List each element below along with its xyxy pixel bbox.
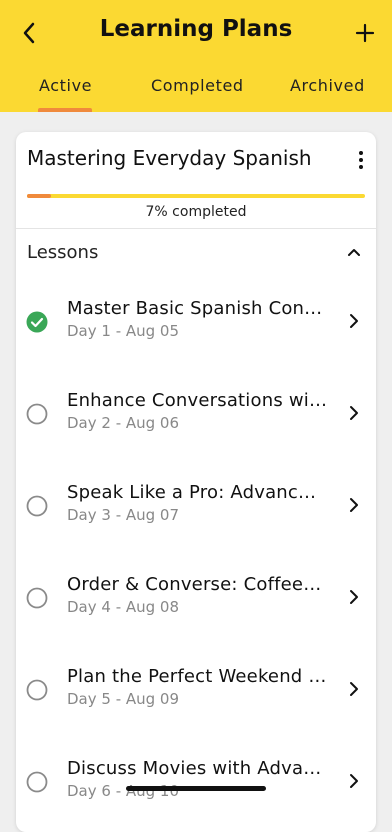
progress-bar: [27, 194, 365, 198]
empty-circle-icon: [26, 771, 48, 793]
chevron-right-icon: [348, 405, 360, 421]
app-header: Learning Plans Active Completed Archived: [0, 0, 392, 112]
tab-active[interactable]: Active: [39, 76, 92, 95]
empty-circle-icon: [26, 679, 48, 701]
chevron-right-icon: [348, 313, 360, 329]
lessons-heading: Lessons: [27, 242, 99, 263]
lesson-title: Discuss Movies with Advanced Vocabulary: [67, 758, 327, 779]
lesson-date: Day 4 - Aug 08: [67, 598, 180, 616]
lesson-date: Day 2 - Aug 06: [67, 414, 180, 432]
more-options-button[interactable]: [354, 148, 368, 172]
lesson-date: Day 1 - Aug 05: [67, 322, 180, 340]
lesson-title: Enhance Conversations with Questions: [67, 390, 327, 411]
more-vertical-icon-dot: [359, 165, 363, 169]
collapse-lessons-button[interactable]: [346, 244, 362, 260]
lesson-row[interactable]: Discuss Movies with Advanced Vocabulary D…: [16, 750, 376, 820]
chevron-right-icon: [348, 497, 360, 513]
check-circle-icon: [26, 311, 48, 333]
more-vertical-icon-dot: [359, 151, 363, 155]
active-tab-indicator: [38, 108, 92, 112]
lesson-date: Day 6 - Aug 10: [67, 782, 180, 800]
empty-circle-icon: [26, 587, 48, 609]
empty-circle-icon: [26, 403, 48, 425]
lesson-row[interactable]: Master Basic Spanish Conversations Day 1 …: [16, 290, 376, 360]
tab-completed[interactable]: Completed: [151, 76, 244, 95]
more-vertical-icon-dot: [359, 158, 363, 162]
plus-icon: [355, 23, 375, 43]
progress-text: 7% completed: [145, 204, 247, 220]
page-title: Learning Plans: [99, 16, 293, 42]
lesson-title: Master Basic Spanish Conversations: [67, 298, 327, 319]
lesson-row[interactable]: Speak Like a Pro: Advanced Phrases Day 3 …: [16, 474, 376, 544]
chevron-up-icon: [348, 249, 360, 256]
plan-card: Mastering Everyday Spanish 7% completed …: [16, 132, 376, 832]
lesson-title: Speak Like a Pro: Advanced Phrases: [67, 482, 327, 503]
lesson-title: Order & Converse: Coffee Shop Chat: [67, 574, 327, 595]
lesson-title: Plan the Perfect Weekend Getaway: [67, 666, 327, 687]
lesson-row[interactable]: Enhance Conversations with Questions Day …: [16, 382, 376, 452]
lesson-row[interactable]: Plan the Perfect Weekend Getaway Day 5 - …: [16, 658, 376, 728]
chevron-right-icon: [348, 681, 360, 697]
plan-title: Mastering Everyday Spanish: [27, 146, 312, 170]
chevron-right-icon: [348, 773, 360, 789]
progress-bar-fill: [27, 194, 51, 198]
tab-archived[interactable]: Archived: [290, 76, 365, 95]
lesson-date: Day 3 - Aug 07: [67, 506, 180, 524]
lesson-date: Day 5 - Aug 09: [67, 690, 180, 708]
home-indicator: [126, 786, 266, 791]
divider: [16, 228, 376, 229]
add-plan-button[interactable]: [350, 18, 380, 48]
lesson-row[interactable]: Order & Converse: Coffee Shop Chat Day 4 …: [16, 566, 376, 636]
empty-circle-icon: [26, 495, 48, 517]
chevron-right-icon: [348, 589, 360, 605]
